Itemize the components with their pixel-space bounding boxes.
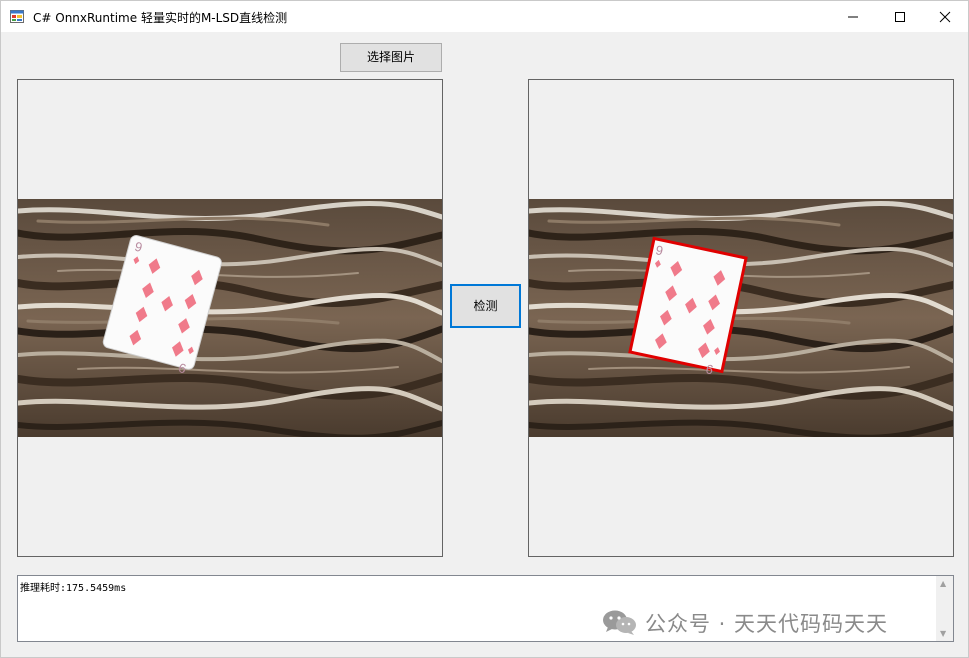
maximize-icon [895, 12, 905, 22]
input-photo: 9 9 [18, 199, 442, 437]
app-window: C# OnnxRuntime 轻量实时的M-LSD直线检测 选择图片 9 9 检… [0, 0, 969, 658]
wechat-icon [603, 610, 636, 635]
title-bar: C# OnnxRuntime 轻量实时的M-LSD直线检测 [1, 1, 968, 32]
vertical-scrollbar[interactable]: ▲ ▼ [936, 576, 953, 641]
window-title: C# OnnxRuntime 轻量实时的M-LSD直线检测 [33, 11, 288, 25]
select-image-button[interactable]: 选择图片 [340, 43, 442, 72]
watermark-text: 公众号 · 天天代码码天天 [645, 612, 889, 636]
result-photo: 9 9 [529, 199, 953, 437]
app-icon [10, 10, 24, 23]
result-image-box: 9 9 [528, 79, 954, 557]
scroll-up-icon[interactable]: ▲ [940, 579, 946, 588]
close-icon [939, 11, 951, 23]
input-image-box: 9 9 [17, 79, 443, 557]
close-button[interactable] [922, 1, 968, 32]
maximize-button[interactable] [877, 1, 923, 32]
minimize-icon [848, 16, 858, 18]
inference-time-text: 推理耗时:175.5459ms [20, 583, 127, 594]
detect-button[interactable]: 检测 [450, 284, 521, 328]
scroll-down-icon[interactable]: ▼ [940, 629, 946, 638]
minimize-button[interactable] [830, 1, 876, 32]
